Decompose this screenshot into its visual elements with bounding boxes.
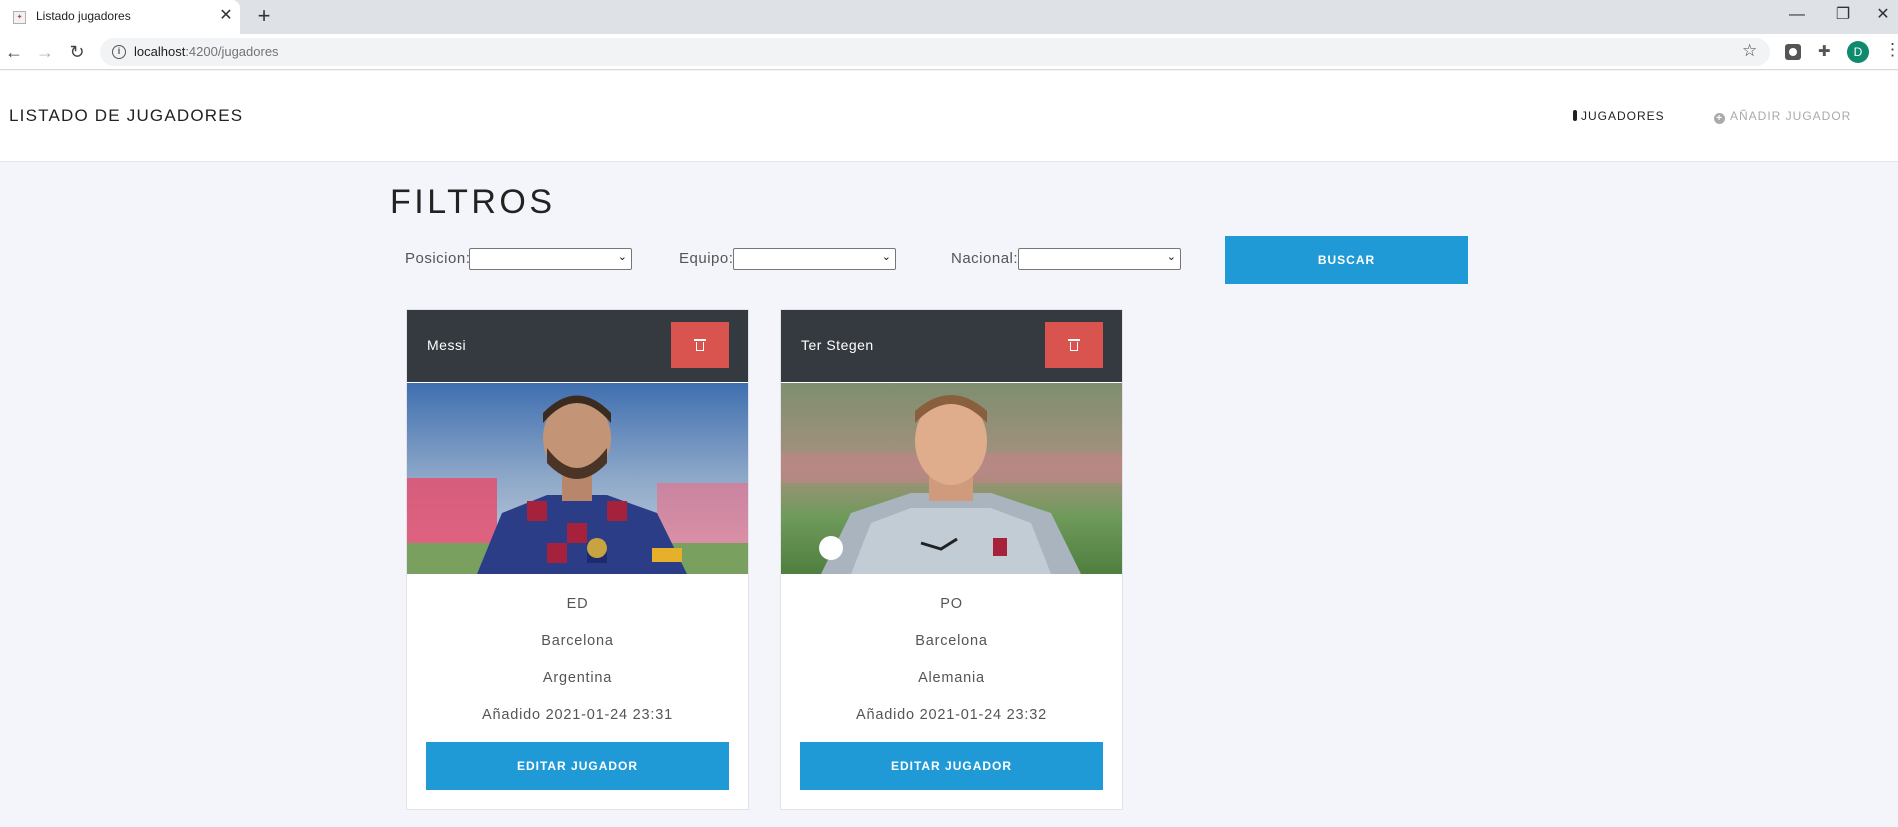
trash-icon bbox=[694, 339, 706, 351]
buscar-button[interactable]: BUSCAR bbox=[1225, 236, 1468, 284]
person-icon bbox=[1573, 110, 1577, 121]
plus-circle-icon: + bbox=[1714, 113, 1725, 124]
screen-record-icon[interactable] bbox=[1785, 44, 1801, 60]
new-tab-icon[interactable]: + bbox=[252, 5, 276, 29]
player-team: Barcelona bbox=[915, 633, 988, 649]
address-bar[interactable]: i localhost:4200/jugadores ☆ bbox=[100, 38, 1770, 66]
profile-avatar[interactable]: D bbox=[1847, 41, 1869, 63]
player-position: ED bbox=[566, 596, 589, 612]
nacional-select[interactable]: ⌄ bbox=[1018, 248, 1181, 270]
trash-icon bbox=[1068, 339, 1080, 351]
brand-title[interactable]: LISTADO DE JUGADORES bbox=[9, 106, 243, 126]
player-team: Barcelona bbox=[541, 633, 614, 649]
minimize-icon[interactable]: — bbox=[1782, 3, 1812, 27]
reload-icon[interactable]: ↻ bbox=[64, 39, 90, 65]
close-window-icon[interactable]: ✕ bbox=[1868, 3, 1898, 27]
info-icon[interactable]: i bbox=[112, 45, 126, 59]
chevron-down-icon: ⌄ bbox=[617, 251, 627, 263]
player-nationality: Argentina bbox=[542, 670, 613, 686]
browser-toolbar: ← → ↻ i localhost:4200/jugadores ☆ ✚ D ⋮ bbox=[0, 34, 1898, 70]
player-photo bbox=[781, 383, 1122, 574]
nav-link-jugadores[interactable]: JUGADORES bbox=[1573, 109, 1665, 123]
player-card: Messi ED Barcelona Argentina Añadido 202… bbox=[406, 309, 749, 810]
close-tab-icon[interactable]: ✕ bbox=[216, 6, 236, 26]
forward-icon[interactable]: → bbox=[32, 39, 58, 65]
filter-label-posicion: Posicion: bbox=[405, 250, 471, 267]
browser-tabbar: ✦ Listado jugadores ✕ + — ❐ ✕ bbox=[0, 0, 1898, 34]
browser-tab[interactable]: ✦ Listado jugadores ✕ bbox=[0, 0, 240, 34]
browser-menu-icon[interactable]: ⋮ bbox=[1884, 40, 1898, 60]
player-name: Ter Stegen bbox=[801, 337, 874, 353]
edit-player-button[interactable]: EDITAR JUGADOR bbox=[426, 742, 729, 790]
filter-label-equipo: Equipo: bbox=[679, 250, 734, 267]
filter-label-nacional: Nacional: bbox=[951, 250, 1019, 267]
nav-link-anadir-jugador[interactable]: + AÑADIR JUGADOR bbox=[1714, 109, 1851, 124]
chevron-down-icon: ⌄ bbox=[881, 251, 891, 263]
player-nationality: Alemania bbox=[918, 670, 985, 686]
delete-player-button[interactable] bbox=[671, 322, 729, 368]
chevron-down-icon: ⌄ bbox=[1166, 251, 1176, 263]
player-photo bbox=[407, 383, 748, 574]
app-navbar: LISTADO DE JUGADORES JUGADORES + AÑADIR J… bbox=[0, 71, 1898, 162]
restore-icon[interactable]: ❐ bbox=[1828, 3, 1858, 27]
delete-player-button[interactable] bbox=[1045, 322, 1103, 368]
player-position: PO bbox=[940, 596, 963, 612]
card-header: Messi bbox=[407, 310, 748, 382]
bookmark-star-icon[interactable]: ☆ bbox=[1742, 41, 1757, 61]
tab-title: Listado jugadores bbox=[36, 9, 131, 23]
favicon-icon: ✦ bbox=[13, 11, 26, 24]
player-name: Messi bbox=[427, 337, 467, 353]
player-card: Ter Stegen PO Barcelona Alemania Añadido… bbox=[780, 309, 1123, 810]
player-added-date: Añadido 2021-01-24 23:31 bbox=[482, 707, 673, 723]
equipo-select[interactable]: ⌄ bbox=[733, 248, 896, 270]
extensions-puzzle-icon[interactable]: ✚ bbox=[1818, 44, 1834, 60]
player-added-date: Añadido 2021-01-24 23:32 bbox=[856, 707, 1047, 723]
back-icon[interactable]: ← bbox=[1, 39, 27, 65]
posicion-select[interactable]: ⌄ bbox=[469, 248, 632, 270]
url-text: localhost:4200/jugadores bbox=[134, 44, 279, 59]
filters-title: FILTROS bbox=[390, 183, 556, 221]
edit-player-button[interactable]: EDITAR JUGADOR bbox=[800, 742, 1103, 790]
card-header: Ter Stegen bbox=[781, 310, 1122, 382]
